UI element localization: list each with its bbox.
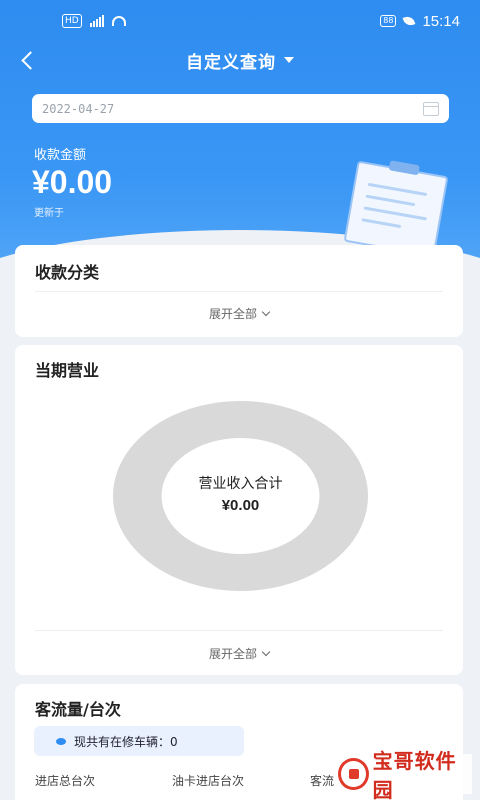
status-left: HD	[62, 14, 126, 28]
calendar-icon[interactable]	[423, 101, 439, 116]
expand-all-button[interactable]: 展开全部	[15, 645, 463, 662]
leaf-icon	[403, 14, 416, 28]
divider	[35, 630, 443, 631]
payment-category-card: 收款分类 展开全部	[15, 245, 463, 337]
status-right: 88 15:14	[380, 13, 460, 30]
current-business-title: 当期营业	[35, 361, 100, 380]
battery-level: 88	[380, 15, 397, 27]
status-bar: HD 88 15:14	[0, 0, 480, 42]
back-arrow-icon[interactable]	[18, 48, 40, 72]
stat-label: 客流	[310, 774, 335, 788]
stat-label: 油卡进店台次	[172, 774, 245, 788]
watermark-logo-icon	[338, 758, 369, 790]
donut-label: 营业收入合计	[198, 476, 283, 492]
updated-label: 更新于	[34, 208, 64, 219]
expand-all-label: 展开全部	[208, 647, 257, 661]
clipboard-line	[365, 194, 416, 207]
caret-down-icon	[284, 57, 294, 63]
nav-bar: 自定义查询	[0, 42, 480, 78]
in-repair-notice: 现共有在修车辆：0	[34, 726, 244, 756]
amount-label: 收款金额	[34, 148, 87, 163]
amount-value: ¥0.00	[32, 164, 113, 200]
chevron-down-icon	[261, 307, 271, 317]
traffic-title: 客流量/台次	[35, 700, 121, 719]
divider	[35, 291, 443, 292]
clipboard-line	[361, 218, 402, 229]
watermark: 宝哥软件园	[336, 749, 472, 800]
wifi-icon	[111, 16, 126, 26]
date-value: 2022-04-27	[42, 101, 115, 116]
clipboard-illustration-icon	[343, 160, 449, 258]
clipboard-line	[367, 182, 428, 197]
in-repair-text: 现共有在修车辆：0	[74, 734, 178, 749]
page-title: 自定义查询	[186, 52, 276, 73]
battery-icon: 88	[380, 15, 397, 27]
network-badge: HD	[62, 14, 82, 28]
watermark-text: 宝哥软件园	[372, 749, 457, 800]
clipboard-line	[363, 206, 427, 221]
payment-category-title: 收款分类	[35, 263, 100, 282]
title-dropdown[interactable]: 自定义查询	[186, 48, 294, 73]
notice-icon	[56, 737, 66, 745]
date-picker-field[interactable]: 2022-04-27	[32, 94, 449, 123]
signal-icon	[89, 15, 104, 27]
expand-all-button[interactable]: 展开全部	[15, 305, 463, 322]
current-business-card: 当期营业 营业收入合计 ¥0.00 展开全部	[15, 345, 463, 675]
stat-label: 进店总台次	[35, 774, 96, 788]
donut-center: 营业收入合计 ¥0.00	[113, 473, 368, 514]
chevron-down-icon	[261, 647, 271, 657]
donut-value: ¥0.00	[221, 497, 260, 514]
status-time: 15:14	[422, 12, 460, 30]
expand-all-label: 展开全部	[208, 307, 257, 321]
